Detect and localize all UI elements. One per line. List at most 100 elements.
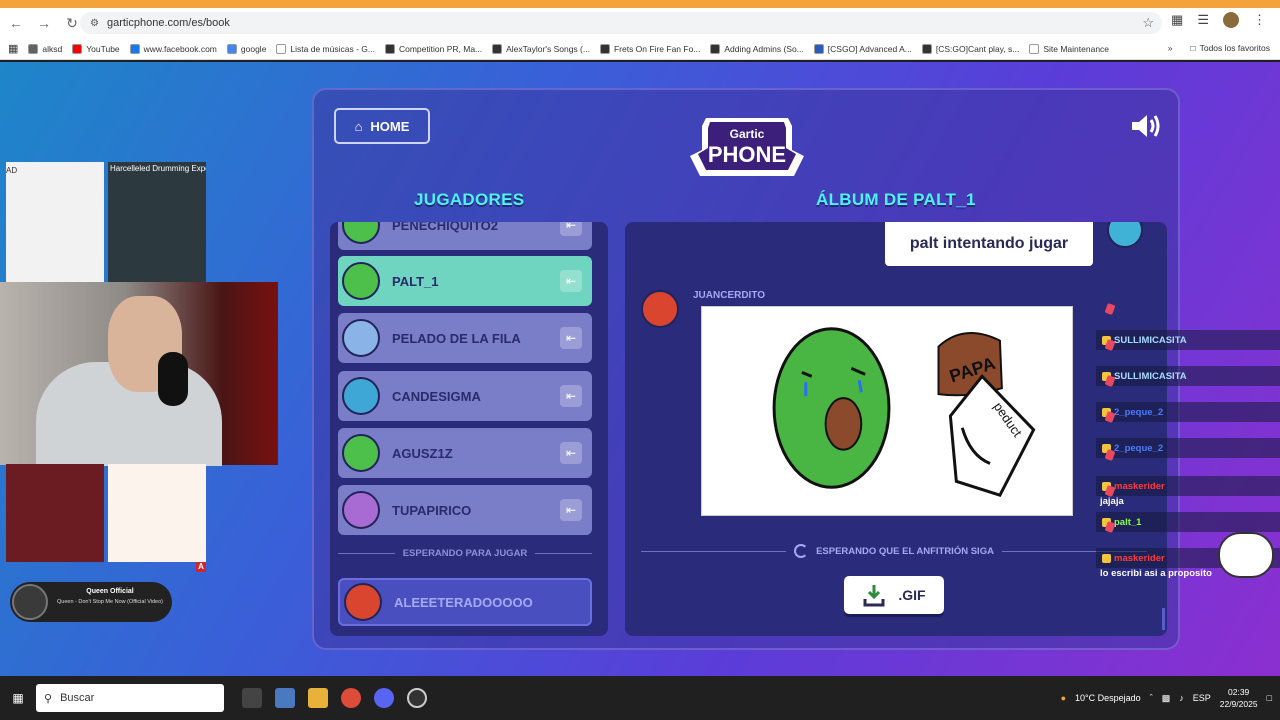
- bookmark-item[interactable]: AlexTaylor's Songs (...: [492, 43, 590, 54]
- back-icon[interactable]: ←: [4, 11, 28, 35]
- players-list: TUPAPIRICO ⇤ AGUSZ1Z ⇤ CANDESIGMA ⇤ PELADO DE …: [330, 222, 608, 636]
- bookmarks-bar: ▦ alksd YouTube www.facebook.com google List…: [0, 38, 1280, 60]
- calculator-icon[interactable]: [275, 688, 295, 708]
- site-info-icon[interactable]: ⚙: [90, 18, 99, 29]
- all-bookmarks-label[interactable]: Todos los favoritos: [1200, 43, 1270, 53]
- player-name: AGUSZ1Z: [392, 445, 453, 461]
- chat-username: 2_peque_2: [1114, 406, 1164, 418]
- notifications-icon[interactable]: □: [1267, 693, 1272, 703]
- menu-icon[interactable]: ⋮: [1253, 12, 1266, 28]
- bookmark-item[interactable]: YouTube: [72, 43, 120, 54]
- bookmark-label: [CSGO] Advanced A...: [827, 43, 912, 54]
- bookmark-label: Frets On Fire Fan Fo...: [613, 43, 701, 54]
- player-row: AGUSZ1Z ⇤: [338, 428, 592, 478]
- kick-player-icon[interactable]: ⇤: [560, 270, 582, 292]
- bookmark-item[interactable]: google: [226, 43, 266, 54]
- tray-expand-icon[interactable]: ˆ: [1150, 693, 1153, 703]
- bookmark-favicon-icon: [921, 43, 932, 54]
- volume-icon[interactable]: ♪: [1179, 693, 1184, 703]
- bookmark-item[interactable]: Frets On Fire Fan Fo...: [599, 43, 701, 54]
- windows-start-icon[interactable]: ▦: [2, 691, 34, 705]
- loading-icon: [794, 544, 809, 558]
- taskbar: ▦ ⚲ Buscar ● 10°C Despejado ˆ ▩ ♪ ESP 02…: [0, 676, 1280, 720]
- file-explorer-icon[interactable]: [308, 688, 328, 708]
- bookmark-label: YouTube: [86, 43, 120, 54]
- address-bar[interactable]: ⚙ garticphone.com/es/book ☆: [80, 12, 1162, 34]
- clock[interactable]: 02:39 22/9/2025: [1220, 686, 1258, 710]
- host-wait-status: ESPERANDO QUE EL ANFITRIÓN SIGA: [641, 544, 1148, 558]
- kick-player-icon[interactable]: ⇤: [560, 385, 582, 407]
- chat-username: maskerider: [1114, 552, 1165, 564]
- player-row: PELADO DE LA FILA ⇤: [338, 313, 592, 363]
- bookmark-item[interactable]: [CSGO] Advanced A...: [813, 43, 912, 54]
- lang-indicator[interactable]: ESP: [1193, 693, 1211, 703]
- album-scrollbar[interactable]: [1162, 608, 1165, 630]
- bookmark-item[interactable]: Site Maintenance: [1029, 43, 1110, 54]
- player-name: CANDESIGMA: [392, 388, 481, 404]
- player-avatar: [342, 319, 380, 357]
- bookmark-item[interactable]: Lista de músicas - G...: [276, 43, 375, 54]
- ad-drumkit-image[interactable]: [6, 162, 104, 282]
- bookmark-item[interactable]: www.facebook.com: [129, 43, 217, 54]
- microphone-icon: [158, 352, 188, 406]
- folder-icon: □: [1190, 43, 1196, 53]
- waiting-player-name: ALEEETERADOOOOO: [394, 594, 533, 610]
- author-avatar: [641, 290, 679, 328]
- url-text[interactable]: garticphone.com/es/book: [107, 17, 230, 29]
- ad-badge: A: [196, 562, 206, 572]
- discord-icon[interactable]: [374, 688, 394, 708]
- chat-username: SULLIMICASITA: [1114, 334, 1187, 346]
- extensions-icon[interactable]: ▦: [1171, 12, 1183, 28]
- ad2-title: Harcelleled Drumming Experi: [110, 164, 206, 173]
- weather-icon: ●: [1060, 693, 1067, 703]
- player-row: PALT_1 ⇤: [338, 256, 592, 306]
- chat-username: SULLIMICASITA: [1114, 370, 1187, 382]
- profile-avatar[interactable]: [1223, 12, 1239, 28]
- chat-username: maskerider: [1114, 480, 1165, 492]
- album-art: [12, 584, 48, 620]
- kick-player-icon[interactable]: ⇤: [560, 222, 582, 236]
- player-name: PELADO DE LA FILA: [392, 330, 521, 346]
- apps-icon[interactable]: ▦: [8, 42, 18, 55]
- kick-player-icon[interactable]: ⇤: [560, 442, 582, 464]
- album-panel: palt intentando jugar JUANCERDITO PAPA p…: [625, 222, 1167, 636]
- bookmark-item[interactable]: Adding Admins (So...: [710, 43, 804, 54]
- bookmark-item[interactable]: alksd: [28, 43, 62, 54]
- game-area: ⌂ HOME Gartic PHONE JUGADORES ÁLBUM DE P…: [0, 62, 1280, 676]
- kick-player-icon[interactable]: ⇤: [560, 499, 582, 521]
- media-icon[interactable]: ☰: [1197, 12, 1209, 28]
- chat-message: palt_1: [1096, 512, 1280, 532]
- ad-pads-image[interactable]: [108, 464, 206, 562]
- home-icon: ⌂: [354, 118, 363, 134]
- bookmark-label: Site Maintenance: [1043, 43, 1110, 54]
- forward-icon[interactable]: →: [32, 11, 56, 35]
- ad-drum-pad-image[interactable]: [108, 162, 206, 282]
- taskbar-search[interactable]: ⚲ Buscar: [36, 684, 224, 712]
- bookmark-favicon-icon: [72, 43, 83, 54]
- task-view-icon[interactable]: [242, 688, 262, 708]
- ad-bathroom-image[interactable]: [6, 464, 104, 562]
- bookmark-star-icon[interactable]: ☆: [1142, 15, 1154, 31]
- home-button[interactable]: ⌂ HOME: [334, 108, 430, 144]
- sound-icon[interactable]: [1130, 112, 1162, 140]
- bookmark-item[interactable]: Competition PR, Ma...: [384, 43, 482, 54]
- author-name: JUANCERDITO: [693, 290, 766, 301]
- chat-username: 2_peque_2: [1114, 442, 1164, 454]
- bookmark-favicon-icon: [710, 43, 721, 54]
- obs-icon[interactable]: [407, 688, 427, 708]
- kick-player-icon[interactable]: ⇤: [560, 327, 582, 349]
- chrome-icon[interactable]: [341, 688, 361, 708]
- waiting-label: ESPERANDO PARA JUGAR: [402, 548, 528, 559]
- player-name: TUPAPIRICO: [392, 502, 472, 518]
- gif-label: .GIF: [898, 587, 926, 603]
- bookmarks-more-icon[interactable]: »: [1168, 43, 1173, 53]
- download-icon: [863, 585, 885, 607]
- bookmark-item[interactable]: [CS:GO]Cant play, s...: [921, 43, 1019, 54]
- chat-message: 2_peque_2: [1096, 402, 1280, 422]
- now-playing-title: Queen Official: [86, 588, 134, 595]
- bookmark-favicon-icon: [276, 43, 287, 54]
- weather-text[interactable]: 10°C Despejado: [1075, 693, 1141, 703]
- download-gif-button[interactable]: .GIF: [844, 576, 944, 614]
- network-icon[interactable]: ▩: [1162, 693, 1171, 704]
- address-bar-row: ← → ↻ ⚙ garticphone.com/es/book ☆ ▦ ☰ ⋮: [0, 8, 1280, 38]
